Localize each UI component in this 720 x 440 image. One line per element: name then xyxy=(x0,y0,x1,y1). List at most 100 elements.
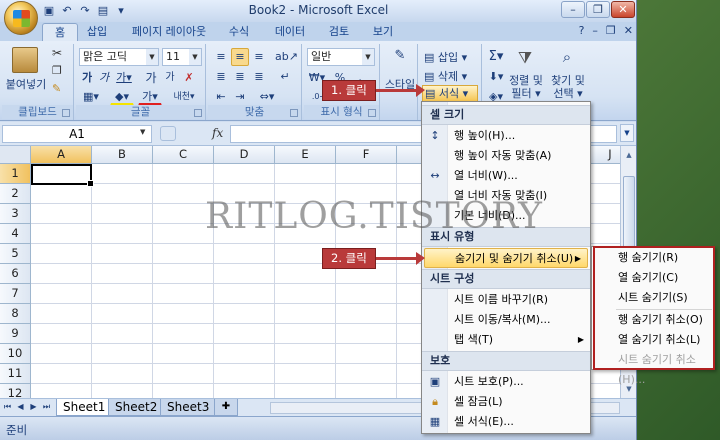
align-center-icon[interactable]: ≣ xyxy=(231,68,249,86)
font-size-combo[interactable]: 11 ▼ xyxy=(162,48,202,66)
clipboard-launcher[interactable] xyxy=(62,109,70,117)
menu-autofit-column-width[interactable]: 열 너비 자동 맞춤(I) xyxy=(422,186,590,206)
align-right-icon[interactable]: ≣ xyxy=(250,68,268,86)
prev-sheet-icon[interactable]: ◀ xyxy=(15,401,26,413)
fill-color-icon[interactable]: ◆▾ xyxy=(110,88,134,106)
font-name-combo[interactable]: 맑은 고딕 ▼ xyxy=(79,48,159,66)
sheet-tab-3[interactable]: Sheet3 xyxy=(160,399,217,416)
orientation-icon[interactable]: ab↗ xyxy=(274,48,298,66)
row-header[interactable]: 3 xyxy=(0,204,31,224)
menu-autofit-row-height[interactable]: 행 높이 자동 맞춤(A) xyxy=(422,146,590,166)
menu-rename-sheet[interactable]: 시트 이름 바꾸기(R) xyxy=(422,290,590,310)
italic-button[interactable]: 가 xyxy=(96,69,112,87)
ribbon-minimize-icon[interactable]: – xyxy=(592,24,598,37)
menu-lock-cell[interactable]: 🔒︎ 셀 잠금(L) xyxy=(422,392,590,412)
select-all-corner[interactable] xyxy=(0,146,31,164)
insert-cells-button[interactable]: ▤ 삽입 ▾ xyxy=(424,49,467,65)
tab-formulas[interactable]: 수식 xyxy=(224,23,254,41)
column-header[interactable]: D xyxy=(214,146,275,164)
row-header[interactable]: 1 xyxy=(0,164,31,184)
sheet-tab-2[interactable]: Sheet2 xyxy=(108,399,165,416)
styles-icon[interactable]: ✎ xyxy=(390,48,410,70)
align-left-icon[interactable]: ≣ xyxy=(212,68,230,86)
tab-home[interactable]: 홈 xyxy=(42,23,78,41)
row-header[interactable]: 10 xyxy=(0,344,31,364)
fx-icon[interactable]: fx xyxy=(212,126,223,140)
column-header[interactable]: F xyxy=(336,146,397,164)
alignment-launcher[interactable] xyxy=(290,109,298,117)
align-bottom-icon[interactable]: ≡ xyxy=(250,48,268,66)
row-header[interactable]: 9 xyxy=(0,324,31,344)
tab-view[interactable]: 보기 xyxy=(368,23,398,41)
number-launcher[interactable] xyxy=(368,109,376,117)
minimize-button[interactable]: – xyxy=(561,1,585,18)
row-header[interactable]: 5 xyxy=(0,244,31,264)
menu-tab-color[interactable]: 탭 색(T) ▶ xyxy=(422,330,590,350)
submenu-hide-columns[interactable]: 열 숨기기(C) xyxy=(592,268,714,288)
office-button[interactable] xyxy=(4,1,38,35)
last-sheet-icon[interactable]: ⏭ xyxy=(41,401,52,413)
column-header[interactable]: C xyxy=(153,146,214,164)
menu-column-width[interactable]: ↔ 열 너비(W)... xyxy=(422,166,590,186)
menu-format-cells[interactable]: ▦ 셀 서식(E)... xyxy=(422,412,590,432)
column-header[interactable]: E xyxy=(275,146,336,164)
find-select-button[interactable]: 찾기 및 선택 ▾ xyxy=(546,74,590,100)
decrease-indent-icon[interactable]: ⇤ xyxy=(212,88,230,106)
font-color-icon[interactable]: 가▾ xyxy=(138,88,162,106)
submenu-hide-rows[interactable]: 행 숨기기(R) xyxy=(592,248,714,268)
close-button[interactable]: ✕ xyxy=(611,1,635,18)
menu-hide-unhide[interactable]: 숨기기 및 숨기기 취소(U) ▶ xyxy=(424,248,588,268)
align-middle-icon[interactable]: ≡ xyxy=(231,48,249,66)
format-painter-icon[interactable]: ✎ xyxy=(52,82,61,95)
sort-filter-button[interactable]: 정렬 및 필터 ▾ xyxy=(506,74,546,100)
row-header[interactable]: 2 xyxy=(0,184,31,204)
menu-protect-sheet[interactable]: ▣ 시트 보호(P)... xyxy=(422,372,590,392)
tab-review[interactable]: 검토 xyxy=(324,23,354,41)
submenu-unhide-rows[interactable]: 행 숨기기 취소(O) xyxy=(592,310,714,330)
sort-filter-icon[interactable]: ⧩ xyxy=(514,48,536,70)
ribbon-restore-icon[interactable]: ❐ xyxy=(606,24,616,37)
formula-expand-icon[interactable]: ▼ xyxy=(620,124,634,142)
fill-icon[interactable]: ⬇▾ xyxy=(486,68,506,86)
increase-indent-icon[interactable]: ⇥ xyxy=(231,88,249,106)
phonetic-guide-icon[interactable]: 내천▾ xyxy=(170,88,198,106)
wrap-text-icon[interactable]: ↵ xyxy=(274,68,296,86)
tab-page-layout[interactable]: 페이지 레이아웃 xyxy=(126,23,212,41)
borders-icon[interactable]: ▦▾ xyxy=(79,88,103,106)
number-format-combo[interactable]: 일반 ▼ xyxy=(307,48,375,66)
name-box[interactable]: A1 xyxy=(2,125,152,143)
column-header[interactable]: A xyxy=(31,146,92,164)
paste-icon[interactable] xyxy=(12,47,38,73)
align-top-icon[interactable]: ≡ xyxy=(212,48,230,66)
help-icon[interactable]: ? xyxy=(579,24,585,37)
column-header[interactable]: B xyxy=(92,146,153,164)
row-header[interactable]: 6 xyxy=(0,264,31,284)
row-header[interactable]: 8 xyxy=(0,304,31,324)
submenu-unhide-columns[interactable]: 열 숨기기 취소(L) xyxy=(592,330,714,350)
tab-data[interactable]: 데이터 xyxy=(270,23,310,41)
insert-sheet-icon[interactable]: ✚ xyxy=(214,399,238,416)
active-cell[interactable] xyxy=(31,164,94,187)
cut-icon[interactable]: ✂ xyxy=(52,46,62,60)
row-header[interactable]: 7 xyxy=(0,284,31,304)
row-header[interactable]: 4 xyxy=(0,224,31,244)
menu-move-copy-sheet[interactable]: 시트 이동/복사(M)... xyxy=(422,310,590,330)
paste-button[interactable]: 붙여넣기 xyxy=(2,78,50,91)
bold-button[interactable]: 가 xyxy=(79,69,95,87)
next-sheet-icon[interactable]: ▶ xyxy=(28,401,39,413)
ribbon-close-icon[interactable]: ✕ xyxy=(624,24,633,37)
find-select-icon[interactable]: ⌕ xyxy=(556,48,578,70)
first-sheet-icon[interactable]: ⏮ xyxy=(2,401,13,413)
restore-button[interactable]: ❐ xyxy=(586,1,610,18)
tab-insert[interactable]: 삽입 xyxy=(82,23,112,41)
sheet-tab-1[interactable]: Sheet1 xyxy=(56,399,113,416)
shrink-font-button[interactable]: 가 xyxy=(162,69,178,87)
row-header[interactable]: 12 xyxy=(0,384,31,398)
font-launcher[interactable] xyxy=(194,109,202,117)
grow-font-button[interactable]: 가 xyxy=(142,69,160,87)
scroll-thumb[interactable] xyxy=(623,176,635,256)
clear-format-icon[interactable]: ✗ xyxy=(180,69,198,87)
submenu-hide-sheet[interactable]: 시트 숨기기(S) xyxy=(592,288,714,308)
underline-button[interactable]: 가▾ xyxy=(113,69,135,87)
merge-center-icon[interactable]: ⇔▾ xyxy=(254,88,280,106)
